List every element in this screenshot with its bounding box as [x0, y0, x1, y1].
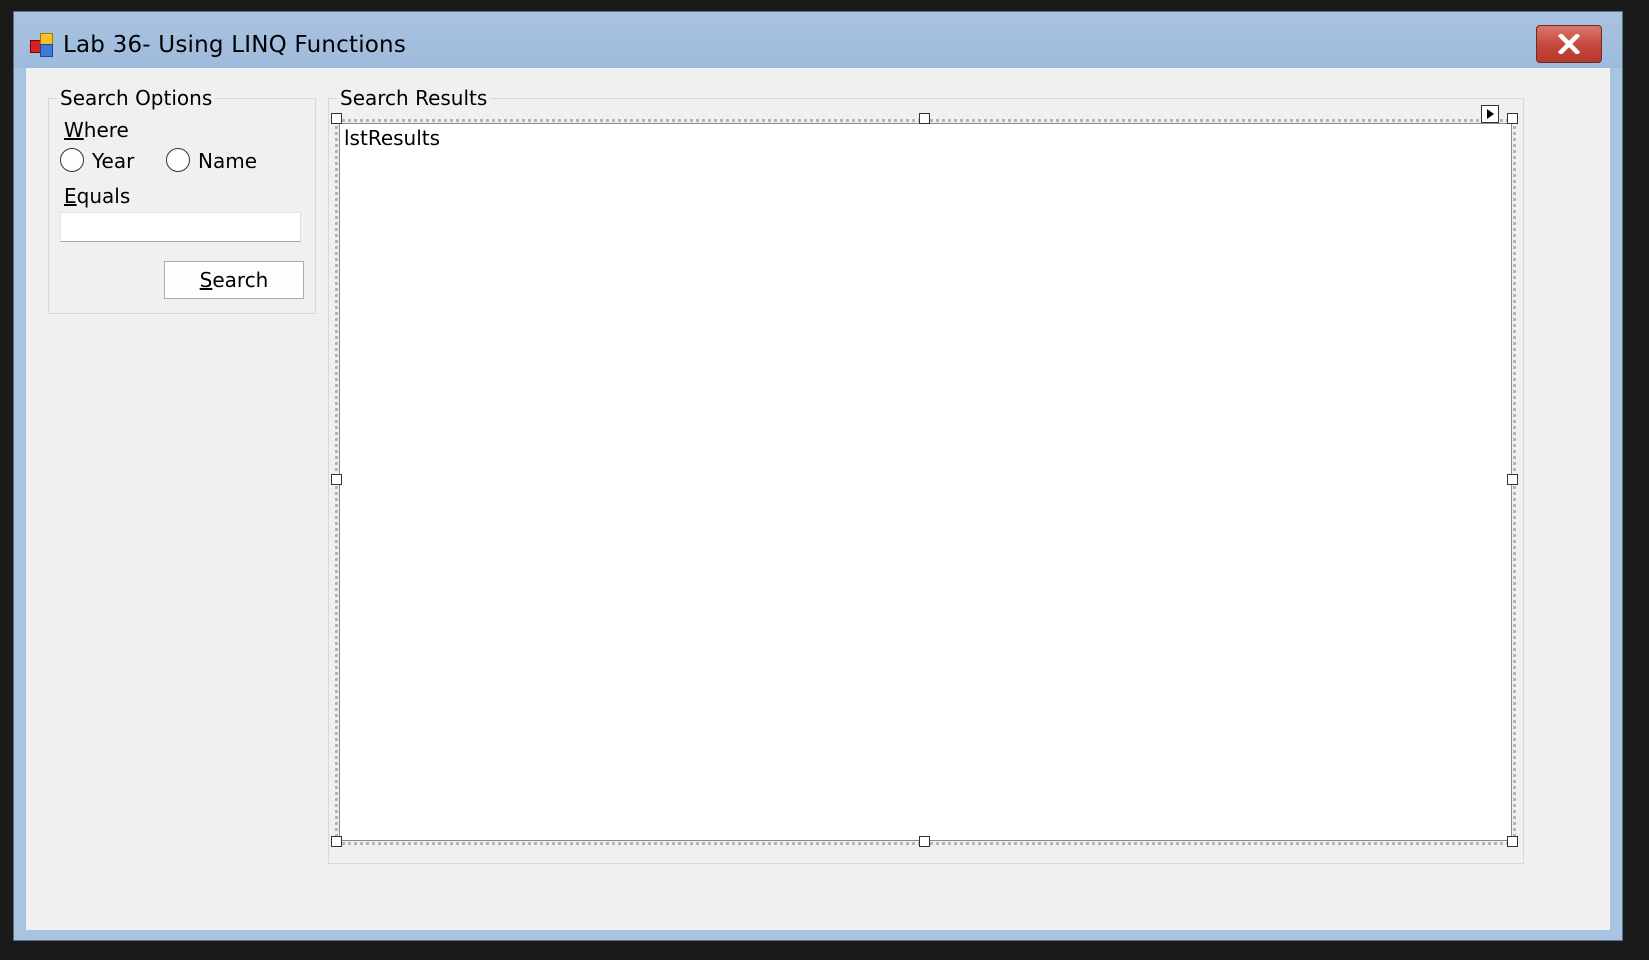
- where-label: Where: [64, 118, 129, 142]
- year-radio-label[interactable]: Year: [92, 149, 134, 173]
- results-listbox[interactable]: lstResults: [335, 119, 1516, 845]
- window-title: Lab 36- Using LINQ Functions: [63, 32, 407, 58]
- search-results-group: Search Results lstResults: [328, 86, 1524, 864]
- search-options-title: Search Options: [57, 86, 216, 110]
- resize-handle-bottom-left[interactable]: [331, 836, 342, 847]
- resize-handle-middle-left[interactable]: [331, 474, 342, 485]
- resize-handle-top-center[interactable]: [919, 113, 930, 124]
- close-icon: [1558, 34, 1580, 54]
- name-radio-label[interactable]: Name: [198, 149, 257, 173]
- search-results-title: Search Results: [337, 86, 491, 110]
- resize-handle-bottom-right[interactable]: [1507, 836, 1518, 847]
- resize-handle-top-left[interactable]: [331, 113, 342, 124]
- resize-handle-middle-right[interactable]: [1507, 474, 1518, 485]
- equals-label: Equals: [64, 184, 131, 208]
- search-button[interactable]: Search: [164, 261, 304, 299]
- search-options-group: Search Options Where Year Name Equals Se…: [48, 86, 316, 314]
- resize-handle-top-right[interactable]: [1507, 113, 1518, 124]
- year-radio[interactable]: [60, 148, 84, 172]
- main-window: Lab 36- Using LINQ Functions Search Opti…: [13, 11, 1623, 941]
- name-radio[interactable]: [166, 148, 190, 172]
- resize-handle-bottom-center[interactable]: [919, 836, 930, 847]
- title-bar[interactable]: Lab 36- Using LINQ Functions: [14, 12, 1622, 68]
- listbox-designer-name: lstResults: [344, 126, 441, 150]
- equals-input[interactable]: [60, 212, 301, 242]
- form-client-area: Search Options Where Year Name Equals Se…: [26, 68, 1610, 930]
- app-icon: [30, 33, 54, 57]
- close-button[interactable]: [1536, 25, 1602, 63]
- smart-tag-arrow-icon[interactable]: [1481, 105, 1499, 123]
